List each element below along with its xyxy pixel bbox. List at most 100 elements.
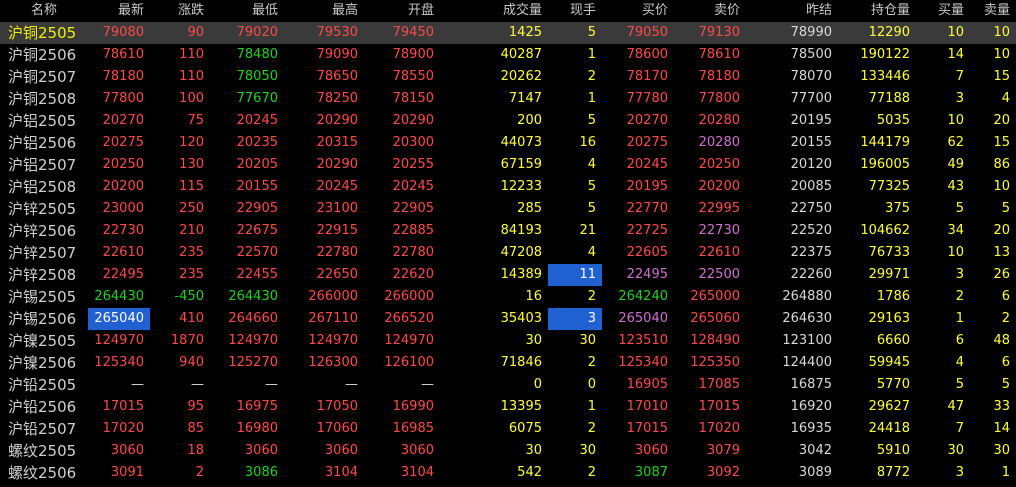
cell-bid-size: 7 xyxy=(955,69,964,84)
table-row[interactable]: 沪锌2508 22495 235 22455 22650 22620 14389 11 2249… xyxy=(0,264,1016,286)
col-header-high[interactable]: 最高 xyxy=(284,0,364,22)
cell-bid-size: 10 xyxy=(947,25,964,40)
cell-open-interest: 12290 xyxy=(868,25,910,40)
cell-current-lot: 30 xyxy=(579,333,596,348)
col-header-ask[interactable]: 卖价 xyxy=(674,0,746,22)
cell-bid: 77780 xyxy=(626,91,668,106)
table-row[interactable]: 沪锌2507 22610 235 22570 22780 22780 47208 4 22605… xyxy=(0,242,1016,264)
table-row[interactable]: 沪铅2505 — — — — — 0 0 16905 17085 16875 5770 5 5 xyxy=(0,374,1016,396)
cell-current-lot: 30 xyxy=(579,443,596,458)
col-header-volume[interactable]: 成交量 xyxy=(440,0,548,22)
table-row[interactable]: 螺纹2505 3060 18 3060 3060 3060 30 30 3060 3079 3042… xyxy=(0,440,1016,462)
contract-name[interactable]: 沪锡2505 xyxy=(0,286,88,308)
table-row[interactable]: 沪铜2507 78180 110 78050 78650 78550 20262 2 78170… xyxy=(0,66,1016,88)
contract-name[interactable]: 沪铝2508 xyxy=(0,176,88,198)
contract-name[interactable]: 沪铜2507 xyxy=(0,66,88,88)
cell-prev-settle: 77700 xyxy=(790,91,832,106)
table-row[interactable]: 沪铜2508 77800 100 77670 78250 78150 7147 1 77780 7… xyxy=(0,88,1016,110)
contract-name[interactable]: 沪铅2506 xyxy=(0,396,88,418)
contract-name[interactable]: 沪锡2506 xyxy=(0,308,88,330)
cell-last: 20200 xyxy=(102,179,144,194)
table-row[interactable]: 沪锌2506 22730 210 22675 22915 22885 84193 21 2272… xyxy=(0,220,1016,242)
cell-bid-size: 5 xyxy=(955,201,964,216)
contract-name[interactable]: 沪锌2505 xyxy=(0,198,88,220)
contract-name[interactable]: 沪锌2507 xyxy=(0,242,88,264)
contract-name[interactable]: 沪镍2506 xyxy=(0,352,88,374)
cell-ask: 22500 xyxy=(698,267,740,282)
table-row[interactable]: 沪锡2506 265040 410 264660 267110 266520 35403 3 2… xyxy=(0,308,1016,330)
cell-high: 22915 xyxy=(316,223,358,238)
cell-last: 20250 xyxy=(102,157,144,172)
col-header-current-lot[interactable]: 现手 xyxy=(548,0,602,22)
table-row[interactable]: 沪铝2508 20200 115 20155 20245 20245 12233 5 20195… xyxy=(0,176,1016,198)
cell-high: 17060 xyxy=(316,421,358,436)
cell-low: 3060 xyxy=(244,443,278,458)
table-row[interactable]: 沪铅2506 17015 95 16975 17050 16990 13395 1 17010 1… xyxy=(0,396,1016,418)
cell-last: 17015 xyxy=(102,399,144,414)
col-header-open[interactable]: 开盘 xyxy=(364,0,440,22)
cell-open-interest: 59945 xyxy=(868,355,910,370)
cell-last: 3091 xyxy=(110,465,144,480)
table-row[interactable]: 沪锌2505 23000 250 22905 23100 22905 285 5 22770 22… xyxy=(0,198,1016,220)
cell-low: 78480 xyxy=(236,47,278,62)
contract-name[interactable]: 螺纹2505 xyxy=(0,440,88,462)
cell-volume: 13395 xyxy=(500,399,542,414)
contract-name[interactable]: 沪镍2505 xyxy=(0,330,88,352)
table-row[interactable]: 沪铜2506 78610 110 78480 79090 78900 40287 1 78600… xyxy=(0,44,1016,66)
table-row[interactable]: 沪铅2507 17020 85 16980 17060 16985 6075 2 17015 17… xyxy=(0,418,1016,440)
cell-volume: 67159 xyxy=(500,157,542,172)
col-header-name[interactable]: 名称 xyxy=(0,0,88,22)
contract-name[interactable]: 沪铜2505 xyxy=(0,22,88,44)
table-row[interactable]: 沪铝2507 20250 130 20205 20290 20255 67159 4 20245… xyxy=(0,154,1016,176)
cell-bid: 22770 xyxy=(626,201,668,216)
cell-ask: 3092 xyxy=(706,465,740,480)
table-row[interactable]: 沪镍2506 125340 940 125270 126300 126100 71846 2 1… xyxy=(0,352,1016,374)
col-header-prev-settle[interactable]: 昨结 xyxy=(746,0,838,22)
cell-open-interest: 196005 xyxy=(860,157,910,172)
col-header-bid-size[interactable]: 买量 xyxy=(916,0,970,22)
cell-ask-size: 4 xyxy=(1001,91,1010,106)
cell-low: 3086 xyxy=(244,465,278,480)
cell-last: 77800 xyxy=(102,91,144,106)
cell-change: 110 xyxy=(179,47,204,62)
table-row[interactable]: 沪铝2505 20270 75 20245 20290 20290 200 5 20270 202… xyxy=(0,110,1016,132)
contract-name[interactable]: 沪铅2507 xyxy=(0,418,88,440)
col-header-ask-size[interactable]: 卖量 xyxy=(970,0,1016,22)
contract-name[interactable]: 螺纹2506 xyxy=(0,462,88,484)
contract-name[interactable]: 沪锌2508 xyxy=(0,264,88,286)
cell-low: 124970 xyxy=(228,333,278,348)
contract-name[interactable]: 沪铜2506 xyxy=(0,44,88,66)
cell-open-interest: 104662 xyxy=(860,223,910,238)
col-header-low[interactable]: 最低 xyxy=(210,0,284,22)
table-row[interactable]: 沪锡2505 264430 -450 264430 266000 266000 16 2 264… xyxy=(0,286,1016,308)
cell-open: 126100 xyxy=(384,355,434,370)
cell-ask: 22730 xyxy=(698,223,740,238)
cell-bid: 79050 xyxy=(626,25,668,40)
cell-last: 78180 xyxy=(102,69,144,84)
col-header-open-interest[interactable]: 持仓量 xyxy=(838,0,916,22)
contract-name[interactable]: 沪锌2506 xyxy=(0,220,88,242)
contract-name[interactable]: 沪铅2505 xyxy=(0,374,88,396)
col-header-change[interactable]: 涨跌 xyxy=(150,0,210,22)
cell-change: 18 xyxy=(187,443,204,458)
cell-bid: 78600 xyxy=(626,47,668,62)
cell-ask-size: 5 xyxy=(1001,377,1010,392)
cell-change: 110 xyxy=(179,69,204,84)
contract-name[interactable]: 沪铝2505 xyxy=(0,110,88,132)
col-header-bid[interactable]: 买价 xyxy=(602,0,674,22)
cell-volume: 71846 xyxy=(500,355,542,370)
cell-ask-size: 20 xyxy=(993,113,1010,128)
cell-change: 130 xyxy=(179,157,204,172)
contract-name[interactable]: 沪铜2508 xyxy=(0,88,88,110)
table-row[interactable]: 沪铝2506 20275 120 20235 20315 20300 44073 16 2027… xyxy=(0,132,1016,154)
table-row[interactable]: 沪铜2505 79080 90 79020 79530 79450 1425 5 79050 79… xyxy=(0,22,1016,44)
cell-prev-settle: 20195 xyxy=(790,113,832,128)
contract-name[interactable]: 沪铝2507 xyxy=(0,154,88,176)
col-header-last[interactable]: 最新 xyxy=(88,0,150,22)
cell-bid: 17015 xyxy=(626,421,668,436)
table-row[interactable]: 沪镍2505 124970 1870 124970 124970 124970 30 30 12… xyxy=(0,330,1016,352)
contract-name[interactable]: 沪铝2506 xyxy=(0,132,88,154)
table-row[interactable]: 螺纹2506 3091 2 3086 3104 3104 542 2 3087 3092 3089 8… xyxy=(0,462,1016,484)
cell-ask: 22610 xyxy=(698,245,740,260)
cell-bid-size: 14 xyxy=(947,47,964,62)
